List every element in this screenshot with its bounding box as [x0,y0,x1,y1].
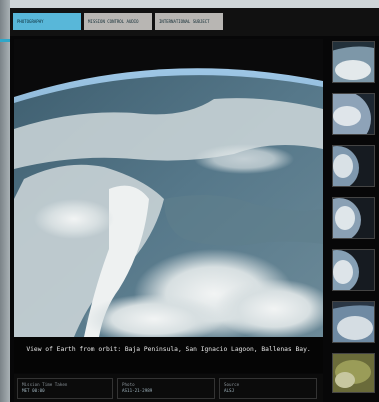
tab-bar: PHOTOGRAPHY MISSION CONTROL AUDIO INTERN… [10,8,379,36]
thumbnail-2[interactable] [332,93,375,135]
main-photo [14,39,323,337]
meta-value: ALSJ [224,388,235,393]
earth-thumbnail-icon [333,146,374,186]
thumbnail-7[interactable] [332,353,375,393]
earth-thumbnail-icon [333,302,374,342]
earth-photo-image [14,39,323,337]
thumbnail-4[interactable] [332,197,375,239]
earth-thumbnail-icon [333,94,374,134]
tab-mission-control-audio[interactable]: MISSION CONTROL AUDIO [84,13,152,30]
thumbnail-3[interactable] [332,145,375,187]
meta-mission-time: Mission Time Taken MET 00:00 [17,378,113,399]
thumbnail-1[interactable] [332,41,375,83]
earth-thumbnail-icon [333,198,374,238]
meta-value: AS11-21-2989 [122,388,153,393]
thumbnail-6[interactable] [332,301,375,343]
tab-international-subject[interactable]: INTERNATIONAL SUBJECT [155,13,223,30]
earth-thumbnail-icon [333,354,374,392]
tab-photography[interactable]: PHOTOGRAPHY [13,13,81,30]
earth-thumbnail-icon [333,250,374,290]
meta-photo: Photo AS11-21-2989 [117,378,215,399]
photo-caption: View of Earth from orbit: Baja Peninsula… [14,337,323,373]
monitor-bezel [0,0,10,402]
thumbnail-5[interactable] [332,249,375,291]
photo-metadata: Mission Time Taken MET 00:00 Photo AS11-… [14,374,323,402]
meta-value: MET 00:00 [22,388,45,393]
photo-console: PHOTOGRAPHY MISSION CONTROL AUDIO INTERN… [10,8,379,402]
meta-source: Source ALSJ [219,378,317,399]
thumbnail-strip [328,39,379,402]
earth-thumbnail-icon [333,42,374,82]
